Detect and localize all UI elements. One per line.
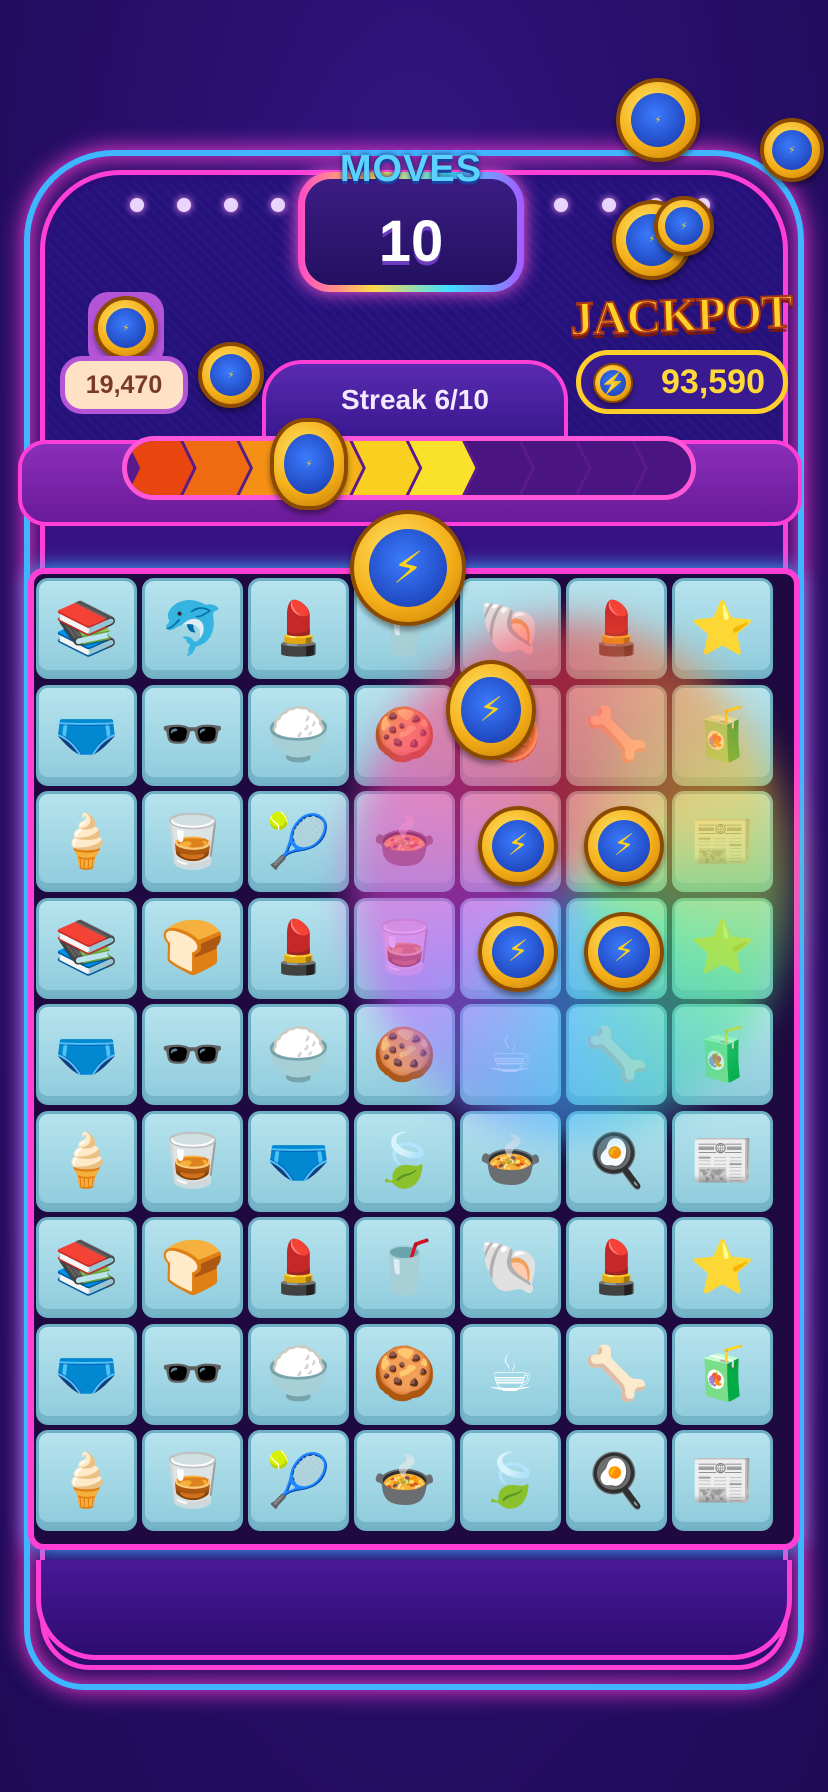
board-tile[interactable]: 🍪 [354,1004,455,1105]
board-tile[interactable]: 🍪 [354,1323,455,1425]
lightning-coin-icon: ⚡ [478,912,558,992]
lightning-coin-icon: ⚡ [593,363,633,403]
board-tile[interactable]: 🍞 [142,1217,243,1318]
jackpot-value: ⚡ 93,590 [576,350,788,414]
board-tile[interactable]: 🥃 [142,1110,243,1212]
board-tile[interactable]: 🧃 [672,1323,773,1425]
tile-grid: 📚🐬💄🥤🐚💄⭐🩲🕶️🍚🍪🪙🦴🧃🍦🥃🎾🍲🪙🪙📰📚🍞💄🥃🪙🪙⭐🩲🕶️🍚🍪☕🦴🧃🍦🥃🩲… [36,578,786,1540]
jackpot-title: JACKPOT [568,284,794,347]
jackpot-amount: 93,590 [661,362,765,401]
board-tile[interactable]: 🩲 [36,684,137,786]
board-tile[interactable]: 🕶️ [142,1323,243,1425]
board-tile[interactable]: 🍚 [248,1004,349,1105]
board-tile[interactable]: 🥤 [354,1217,455,1318]
lightning-coin-icon: ⚡ [760,118,824,182]
board-tile[interactable]: 🎾 [248,1430,349,1531]
lightning-coin-icon: ⚡ [350,510,466,626]
lightning-coin-icon: ⚡ [198,342,264,408]
board-tile[interactable]: 📰 [672,1430,773,1531]
board-tile[interactable]: ☕ [460,1004,561,1105]
board-tile[interactable]: ⭐ [672,1217,773,1318]
board-tile[interactable]: 💄 [248,1217,349,1318]
board-tile[interactable]: 🍳 [566,1430,667,1531]
board-tile[interactable]: 💄 [566,578,667,679]
lightning-coin-icon: ⚡ [616,78,700,162]
board-tile[interactable]: 💄 [566,1217,667,1318]
streak-progress-bar [122,436,696,500]
board-tile[interactable]: 🥃 [142,1430,243,1531]
board-tile[interactable]: 🦴 [566,1004,667,1105]
board-tile[interactable]: 📚 [36,897,137,999]
board-tile[interactable]: 🍞 [142,897,243,999]
board-tile[interactable]: 🍲 [354,1430,455,1531]
board-tile[interactable]: 🧃 [672,1004,773,1105]
machine-bottom-lip [36,1560,792,1660]
board-tile[interactable]: 🩲 [36,1004,137,1105]
moves-label: MOVES [339,148,483,190]
board-tile[interactable]: 🥃 [142,791,243,892]
board-tile[interactable]: 📚 [36,1217,137,1318]
board-tile[interactable]: 🍦 [36,1430,137,1531]
board-tile[interactable]: 🎾 [248,791,349,892]
board-tile[interactable]: 🧃 [672,684,773,786]
board-tile[interactable]: 🕶️ [142,684,243,786]
board-tile[interactable]: 📚 [36,578,137,679]
board-tile[interactable]: 🍃 [354,1110,455,1212]
board-tile[interactable]: 🐚 [460,1217,561,1318]
board-tile[interactable]: ⭐ [672,897,773,999]
lightning-coin-icon: ⚡ [654,196,714,256]
board-tile[interactable]: 🦴 [566,1323,667,1425]
board-tile[interactable]: 📰 [672,791,773,892]
board-tile[interactable]: 🥃 [354,897,455,999]
board-tile[interactable]: 🍚 [248,1323,349,1425]
board-tile[interactable]: 💄 [248,578,349,679]
lightning-coin-icon: ⚡ [446,660,536,760]
board-tile[interactable]: 🍦 [36,1110,137,1212]
board-tile[interactable]: 🕶️ [142,1004,243,1105]
lightning-coin-icon: ⚡ [94,296,158,360]
board-tile[interactable]: 🩲 [248,1110,349,1212]
board-tile[interactable]: 🐬 [142,578,243,679]
board-tile[interactable]: 💄 [248,897,349,999]
board-tile[interactable]: 🍪 [354,684,455,786]
lightning-coin-icon: ⚡ [584,912,664,992]
board-tile[interactable]: ⭐ [672,578,773,679]
board-tile[interactable]: 🍃 [460,1430,561,1531]
streak-segment [127,441,194,495]
board-tile[interactable]: ☕ [460,1323,561,1425]
board-tile[interactable]: 🍲 [354,791,455,892]
lightning-coin-icon: ⚡ [270,418,348,510]
moves-value: 10 [378,208,444,274]
board-tile[interactable]: 📰 [672,1110,773,1212]
coin-balance: 19,470 [60,356,188,414]
board-tile[interactable]: 🦴 [566,684,667,786]
board-tile[interactable]: 🩲 [36,1323,137,1425]
board-tile[interactable]: 🍳 [566,1110,667,1212]
board-tile[interactable]: 🍚 [248,684,349,786]
lightning-coin-icon: ⚡ [584,806,664,886]
board-tile[interactable]: 🍲 [460,1110,561,1212]
lightning-coin-icon: ⚡ [478,806,558,886]
board-tile[interactable]: 🍦 [36,791,137,892]
